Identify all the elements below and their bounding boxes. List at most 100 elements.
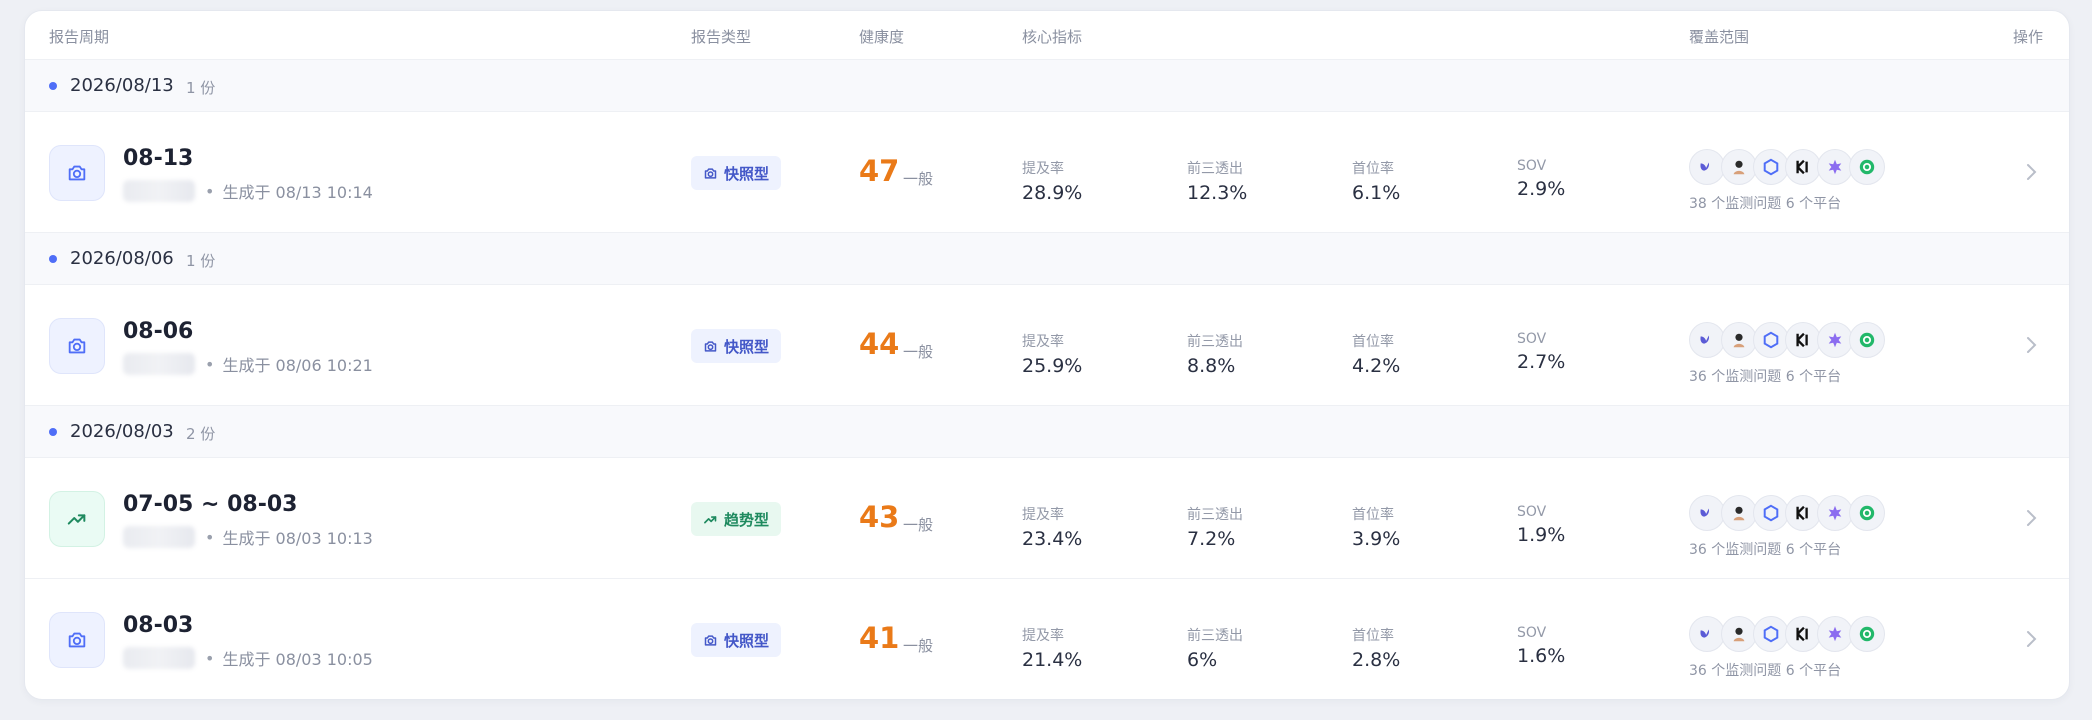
- coverage-text: 36 个监测问题 6 个平台: [1689, 369, 1842, 385]
- metric-top3: 前三透出 6%: [1187, 625, 1243, 671]
- metric-label: 首位率: [1352, 334, 1394, 350]
- header-health: 健康度: [859, 28, 905, 46]
- report-title: 07-05 ~ 08-03: [123, 492, 298, 517]
- platform-3-icon: [1753, 149, 1789, 185]
- report-row[interactable]: 08-13 • 生成于 08/13 10:14 快照型 47 一般 提及率 28…: [25, 112, 2069, 233]
- camera-icon: [49, 612, 105, 668]
- metric-sov: SOV 2.7%: [1517, 331, 1565, 373]
- platform-4-icon: [1785, 495, 1821, 531]
- platform-icons: [1689, 149, 1885, 185]
- metric-label: 首位率: [1352, 628, 1394, 644]
- health-level: 一般: [903, 343, 934, 361]
- metric-top3: 前三透出 12.3%: [1187, 158, 1247, 204]
- metric-mention: 提及率 21.4%: [1022, 625, 1082, 671]
- platform-icons: [1689, 495, 1885, 531]
- platform-5-icon: [1817, 616, 1853, 652]
- header-coverage: 覆盖范围: [1689, 28, 1750, 46]
- metric-value: 2.8%: [1352, 649, 1401, 671]
- metric-label: 前三透出: [1187, 334, 1243, 350]
- metric-first: 首位率 6.1%: [1352, 158, 1400, 204]
- metric-first: 首位率 3.9%: [1352, 504, 1400, 550]
- platform-6-icon: [1849, 322, 1885, 358]
- type-label: 快照型: [724, 164, 770, 183]
- metric-first: 首位率 4.2%: [1352, 331, 1400, 377]
- report-meta: • 生成于 08/13 10:14: [123, 179, 373, 203]
- coverage-text: 36 个监测问题 6 个平台: [1689, 542, 1842, 558]
- type-badge: 快照型: [691, 623, 782, 657]
- metric-value: 25.9%: [1022, 355, 1083, 377]
- header-period: 报告周期: [49, 28, 110, 46]
- metric-value: 2.9%: [1517, 178, 1566, 200]
- metric-mention: 提及率 28.9%: [1022, 158, 1082, 204]
- type-label: 快照型: [724, 631, 770, 650]
- separator-dot: •: [205, 354, 215, 374]
- metric-label: 提及率: [1022, 507, 1064, 523]
- metric-label: 提及率: [1022, 161, 1064, 177]
- metric-value: 1.9%: [1517, 524, 1566, 546]
- chevron-right-icon[interactable]: [2025, 627, 2039, 651]
- metric-mention: 提及率 25.9%: [1022, 331, 1082, 377]
- table-header: 报告周期 报告类型 健康度 核心指标 覆盖范围 操作: [25, 11, 2069, 60]
- separator-dot: •: [205, 181, 215, 201]
- generated-time: 生成于 08/13 10:14: [222, 183, 373, 202]
- group-dot: [49, 255, 57, 263]
- metric-label: 首位率: [1352, 507, 1394, 523]
- metric-label: SOV: [1517, 158, 1547, 174]
- platform-icons: [1689, 322, 1885, 358]
- generated-time: 生成于 08/03 10:13: [222, 529, 373, 548]
- metric-label: 提及率: [1022, 628, 1064, 644]
- group-date: 2026/08/13: [70, 75, 174, 96]
- metric-first: 首位率 2.8%: [1352, 625, 1400, 671]
- metric-value: 1.6%: [1517, 645, 1566, 667]
- group-header: 2026/08/13 1 份: [25, 60, 2069, 112]
- metric-sov: SOV 1.9%: [1517, 504, 1565, 546]
- chevron-right-icon[interactable]: [2025, 506, 2039, 530]
- group-header: 2026/08/03 2 份: [25, 406, 2069, 458]
- platform-1-icon: [1689, 495, 1725, 531]
- trend-up-icon: [49, 491, 105, 547]
- header-type: 报告类型: [691, 28, 752, 46]
- generated-time: 生成于 08/03 10:05: [222, 650, 373, 669]
- platform-6-icon: [1849, 616, 1885, 652]
- platform-1-icon: [1689, 149, 1725, 185]
- group-dot: [49, 82, 57, 90]
- separator-dot: •: [205, 648, 215, 668]
- metric-value: 6.1%: [1352, 182, 1401, 204]
- platform-5-icon: [1817, 149, 1853, 185]
- platform-4-icon: [1785, 322, 1821, 358]
- report-title: 08-06: [123, 319, 194, 344]
- metric-label: 提及率: [1022, 334, 1064, 350]
- metric-value: 7.2%: [1187, 528, 1236, 550]
- platform-6-icon: [1849, 495, 1885, 531]
- metric-label: 首位率: [1352, 161, 1394, 177]
- chevron-right-icon[interactable]: [2025, 160, 2039, 184]
- group-date: 2026/08/03: [70, 421, 174, 442]
- metric-value: 6%: [1187, 649, 1218, 671]
- group-header: 2026/08/06 1 份: [25, 233, 2069, 285]
- type-badge: 快照型: [691, 329, 782, 363]
- camera-icon: [704, 167, 717, 179]
- metric-value: 23.4%: [1022, 528, 1083, 550]
- type-label: 趋势型: [724, 510, 770, 529]
- group-dot: [49, 428, 57, 436]
- report-row[interactable]: 08-06 • 生成于 08/06 10:21 快照型 44 一般 提及率 25…: [25, 285, 2069, 406]
- platform-2-icon: [1721, 149, 1757, 185]
- coverage-text: 36 个监测问题 6 个平台: [1689, 663, 1842, 679]
- camera-icon: [49, 318, 105, 374]
- health-score: 44: [859, 327, 900, 361]
- report-title: 08-03: [123, 613, 194, 638]
- chevron-right-icon[interactable]: [2025, 333, 2039, 357]
- metric-label: SOV: [1517, 504, 1547, 520]
- metric-value: 3.9%: [1352, 528, 1401, 550]
- type-label: 快照型: [724, 337, 770, 356]
- platform-3-icon: [1753, 616, 1789, 652]
- group-count: 2 份: [186, 425, 216, 443]
- report-row[interactable]: 07-05 ~ 08-03 • 生成于 08/03 10:13 趋势型 43 一…: [25, 458, 2069, 579]
- metric-value: 2.7%: [1517, 351, 1566, 373]
- camera-icon: [704, 634, 717, 646]
- report-row[interactable]: 08-03 • 生成于 08/03 10:05 快照型 41 一般 提及率 21…: [25, 579, 2069, 699]
- report-meta: • 生成于 08/06 10:21: [123, 352, 373, 376]
- metric-value: 21.4%: [1022, 649, 1083, 671]
- health-level: 一般: [903, 170, 934, 188]
- coverage-text: 38 个监测问题 6 个平台: [1689, 196, 1842, 212]
